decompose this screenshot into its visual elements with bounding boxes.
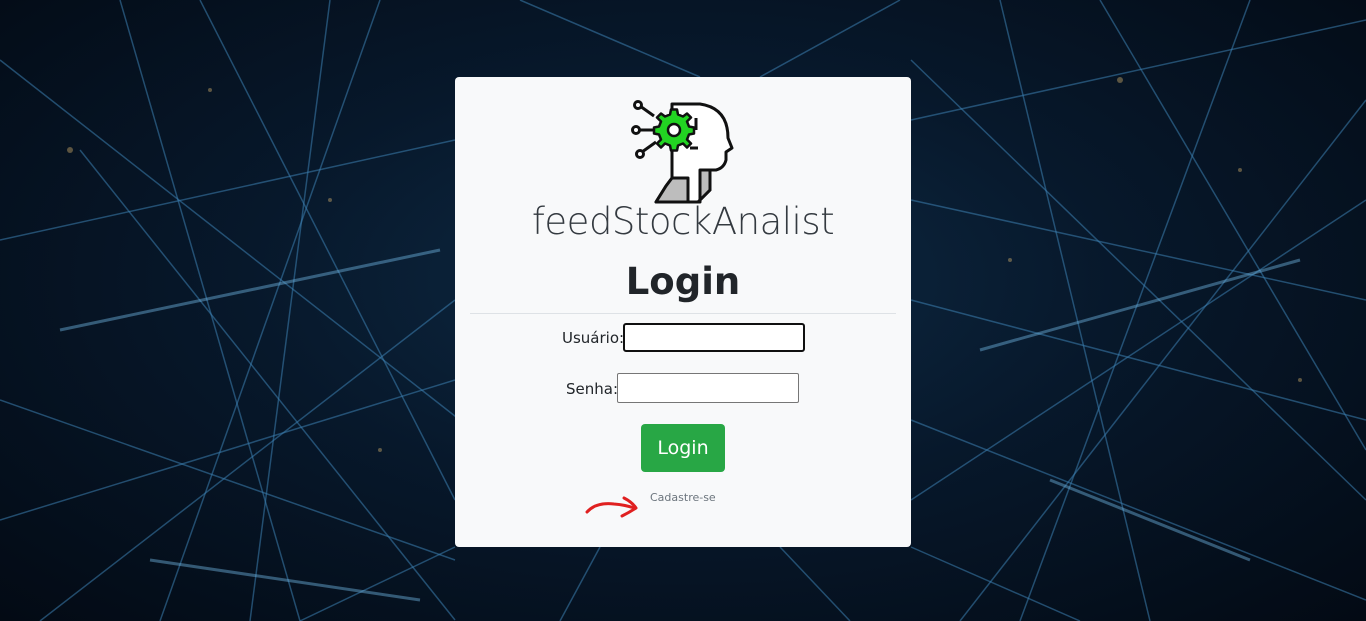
password-label: Senha: xyxy=(566,380,619,398)
username-label: Usuário: xyxy=(562,329,625,347)
password-input[interactable] xyxy=(617,373,799,403)
red-arrow-annotation-icon xyxy=(585,496,638,518)
signup-link[interactable]: Cadastre-se xyxy=(650,491,716,504)
title-divider xyxy=(470,313,896,314)
login-title: Login xyxy=(625,260,741,303)
app-name: feedStockAnalist xyxy=(531,200,835,243)
login-button[interactable]: Login xyxy=(641,424,725,472)
username-input[interactable] xyxy=(623,323,805,352)
ai-head-gear-icon xyxy=(631,100,734,204)
